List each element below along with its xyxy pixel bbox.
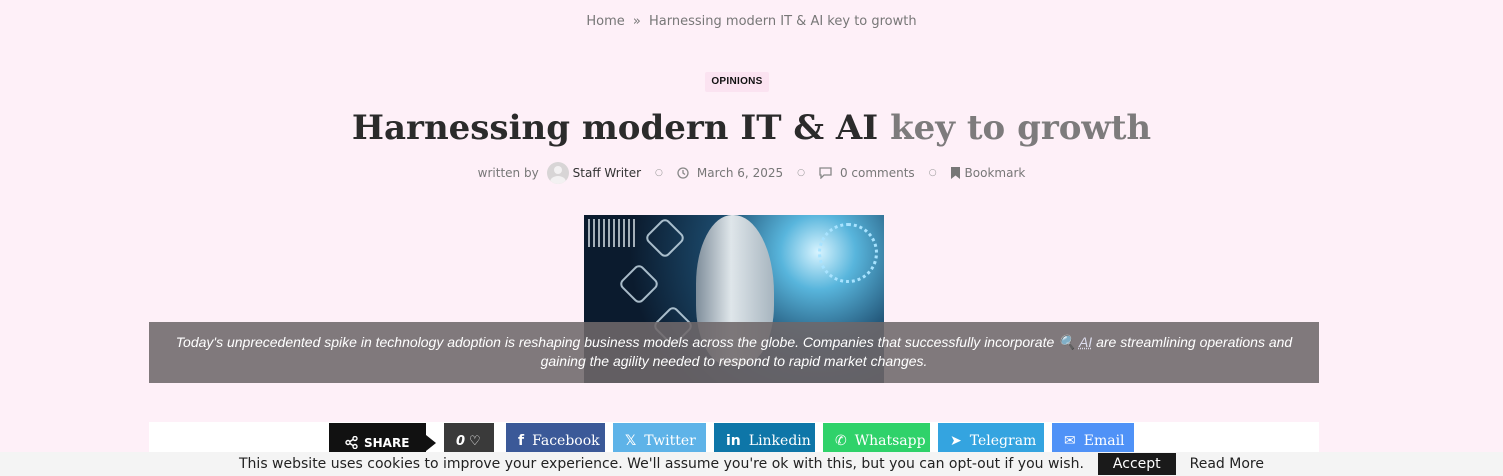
breadcrumb-home-link[interactable]: Home (586, 14, 624, 29)
telegram-label: Telegram (969, 433, 1037, 449)
linkedin-label: Linkedin (748, 433, 811, 449)
breadcrumb-current: Harnessing modern IT & AI key to growth (649, 14, 917, 29)
whatsapp-label: Whatsapp (854, 433, 926, 449)
twitter-label: Twitter (644, 433, 696, 449)
caption-ai-link[interactable]: AI (1079, 334, 1092, 350)
clock-icon (677, 167, 689, 179)
avatar[interactable] (546, 162, 569, 184)
email-icon: ✉ (1064, 433, 1076, 449)
meta-divider: ○ (655, 168, 663, 178)
comments-link[interactable]: 0 comments (840, 166, 915, 180)
x-icon: 𝕏 (625, 433, 637, 449)
caption-text-before: Today's unprecedented spike in technolog… (175, 334, 1055, 350)
cookie-banner: This website uses cookies to improve you… (0, 452, 1503, 476)
email-label: Email (1083, 433, 1125, 449)
linkedin-icon: in (726, 433, 741, 449)
bookmark-link[interactable]: Bookmark (965, 166, 1026, 180)
image-hexagon (643, 216, 687, 260)
cookie-read-more-link[interactable]: Read More (1190, 456, 1264, 472)
whatsapp-icon: ✆ (835, 433, 847, 449)
author-link[interactable]: Staff Writer (573, 166, 641, 180)
share-label-text: SHARE (364, 436, 410, 450)
facebook-icon: f (518, 433, 525, 449)
title-part-2: key to growth (890, 108, 1152, 148)
image-circuit-circle (818, 223, 878, 283)
breadcrumb-separator: » (632, 14, 641, 29)
meta-divider: ○ (928, 168, 937, 178)
cookie-accept-button[interactable]: Accept (1097, 453, 1176, 475)
heart-icon: ♡ (469, 434, 481, 449)
image-caption: Today's unprecedented spike in technolog… (149, 322, 1319, 383)
cookie-message: This website uses cookies to improve you… (239, 456, 1084, 472)
facebook-label: Facebook (532, 433, 600, 449)
comment-icon (819, 167, 832, 179)
meta-divider: ○ (797, 168, 805, 178)
search-icon: 🔍 (1058, 334, 1076, 350)
article-meta: written by Staff Writer ○ March 6, 2025 … (0, 162, 1503, 184)
share-icon (345, 435, 358, 452)
article-title: Harnessing modern IT & AI key to growth (0, 108, 1503, 148)
written-by-label: written by (477, 166, 539, 180)
publish-date: March 6, 2025 (696, 166, 784, 180)
image-hexagon (617, 262, 661, 306)
breadcrumb: Home » Harnessing modern IT & AI key to … (0, 14, 1503, 29)
image-chart-graphic (588, 219, 636, 247)
title-part-1: Harnessing modern IT & AI (351, 108, 879, 148)
telegram-icon: ➤ (950, 433, 962, 449)
category-badge[interactable]: OPINIONS (705, 72, 769, 92)
bookmark-icon[interactable] (950, 167, 960, 179)
like-count: 0 (456, 434, 466, 449)
